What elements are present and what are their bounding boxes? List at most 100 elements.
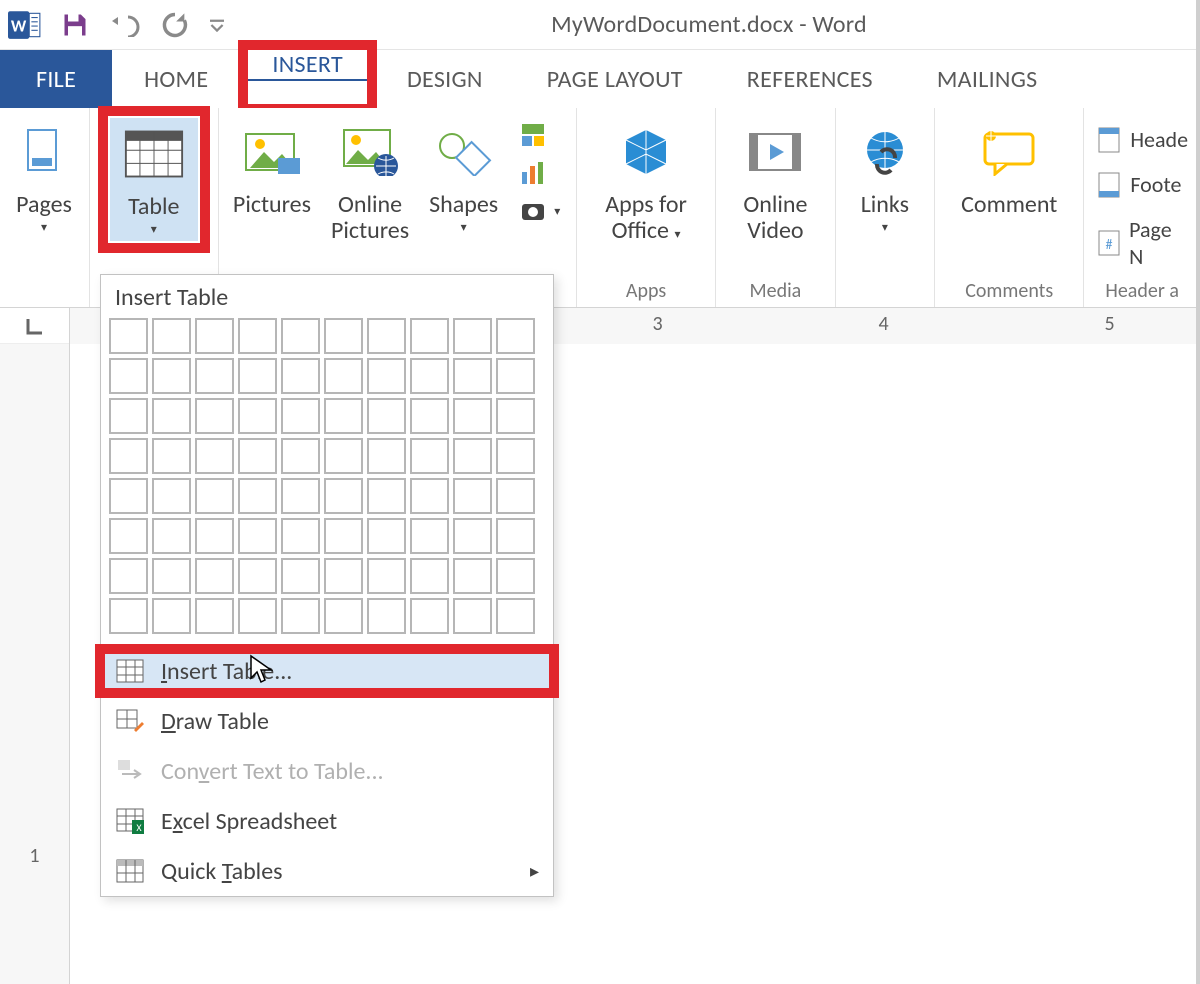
redo-icon[interactable] — [158, 8, 192, 42]
grid-cell[interactable] — [453, 518, 492, 554]
pictures-button[interactable]: Pictures — [227, 118, 317, 218]
grid-cell[interactable] — [109, 358, 148, 394]
grid-cell[interactable] — [324, 478, 363, 514]
tab-selector[interactable] — [0, 308, 70, 344]
tab-insert[interactable]: INSERT — [240, 50, 375, 81]
grid-cell[interactable] — [410, 558, 449, 594]
grid-cell[interactable] — [453, 358, 492, 394]
grid-cell[interactable] — [238, 558, 277, 594]
grid-cell[interactable] — [238, 358, 277, 394]
grid-cell[interactable] — [367, 318, 406, 354]
grid-cell[interactable] — [367, 398, 406, 434]
apps-for-office-button[interactable]: Apps forOffice ▾ — [599, 118, 693, 245]
grid-cell[interactable] — [324, 358, 363, 394]
grid-cell[interactable] — [195, 558, 234, 594]
tab-file[interactable]: FILE — [0, 50, 112, 108]
grid-cell[interactable] — [453, 598, 492, 634]
links-button[interactable]: Links ▾ — [849, 118, 921, 235]
grid-cell[interactable] — [496, 478, 535, 514]
grid-cell[interactable] — [453, 558, 492, 594]
grid-cell[interactable] — [109, 318, 148, 354]
grid-cell[interactable] — [324, 518, 363, 554]
grid-cell[interactable] — [410, 358, 449, 394]
grid-cell[interactable] — [410, 478, 449, 514]
page-number-button[interactable]: #Page N — [1092, 212, 1192, 274]
grid-cell[interactable] — [324, 438, 363, 474]
screenshot-button[interactable]: ▾ — [516, 194, 564, 228]
grid-cell[interactable] — [109, 478, 148, 514]
grid-cell[interactable] — [496, 558, 535, 594]
grid-cell[interactable] — [152, 398, 191, 434]
grid-cell[interactable] — [453, 318, 492, 354]
grid-cell[interactable] — [238, 478, 277, 514]
grid-cell[interactable] — [195, 438, 234, 474]
grid-cell[interactable] — [195, 598, 234, 634]
tab-mailings[interactable]: MAILINGS — [905, 50, 1070, 108]
grid-cell[interactable] — [367, 598, 406, 634]
grid-cell[interactable] — [496, 398, 535, 434]
save-icon[interactable] — [58, 8, 92, 42]
grid-cell[interactable] — [281, 398, 320, 434]
grid-cell[interactable] — [410, 398, 449, 434]
grid-cell[interactable] — [152, 358, 191, 394]
grid-cell[interactable] — [496, 358, 535, 394]
menu-excel-spreadsheet[interactable]: X Excel Spreadsheet — [101, 796, 553, 846]
grid-cell[interactable] — [238, 438, 277, 474]
shapes-button[interactable]: Shapes ▾ — [423, 118, 504, 235]
online-pictures-button[interactable]: OnlinePictures — [325, 118, 415, 245]
tab-home[interactable]: HOME — [112, 50, 240, 108]
grid-cell[interactable] — [453, 438, 492, 474]
grid-cell[interactable] — [324, 318, 363, 354]
qat-customize-icon[interactable] — [208, 8, 226, 42]
grid-cell[interactable] — [367, 478, 406, 514]
menu-insert-table[interactable]: Insert Table... — [101, 646, 553, 696]
grid-cell[interactable] — [281, 518, 320, 554]
grid-cell[interactable] — [152, 558, 191, 594]
footer-button[interactable]: Foote — [1092, 167, 1192, 202]
grid-cell[interactable] — [109, 558, 148, 594]
grid-cell[interactable] — [496, 518, 535, 554]
chart-button[interactable] — [516, 156, 564, 190]
grid-cell[interactable] — [453, 398, 492, 434]
grid-cell[interactable] — [496, 598, 535, 634]
grid-cell[interactable] — [367, 558, 406, 594]
grid-cell[interactable] — [238, 318, 277, 354]
menu-quick-tables[interactable]: Quick Tables ▸ — [101, 846, 553, 896]
table-button[interactable]: Table ▾ — [110, 118, 198, 241]
grid-cell[interactable] — [410, 318, 449, 354]
grid-cell[interactable] — [410, 518, 449, 554]
online-video-button[interactable]: OnlineVideo — [737, 118, 813, 245]
smartart-button[interactable] — [516, 118, 564, 152]
grid-cell[interactable] — [324, 558, 363, 594]
grid-cell[interactable] — [152, 518, 191, 554]
grid-cell[interactable] — [195, 358, 234, 394]
grid-cell[interactable] — [195, 478, 234, 514]
grid-cell[interactable] — [453, 478, 492, 514]
grid-cell[interactable] — [410, 438, 449, 474]
grid-cell[interactable] — [496, 438, 535, 474]
header-button[interactable]: Heade — [1092, 122, 1192, 157]
grid-cell[interactable] — [281, 438, 320, 474]
grid-cell[interactable] — [281, 358, 320, 394]
tab-references[interactable]: REFERENCES — [715, 50, 905, 108]
tab-design[interactable]: DESIGN — [375, 50, 515, 108]
vertical-ruler[interactable]: 1 — [0, 344, 70, 984]
grid-cell[interactable] — [195, 518, 234, 554]
grid-cell[interactable] — [281, 598, 320, 634]
grid-cell[interactable] — [195, 318, 234, 354]
grid-cell[interactable] — [152, 438, 191, 474]
grid-cell[interactable] — [281, 318, 320, 354]
undo-icon[interactable] — [108, 8, 142, 42]
menu-draw-table[interactable]: Draw Table — [101, 696, 553, 746]
grid-cell[interactable] — [367, 438, 406, 474]
grid-cell[interactable] — [496, 318, 535, 354]
table-size-grid[interactable] — [101, 318, 553, 646]
grid-cell[interactable] — [109, 598, 148, 634]
grid-cell[interactable] — [152, 318, 191, 354]
grid-cell[interactable] — [238, 598, 277, 634]
grid-cell[interactable] — [109, 398, 148, 434]
pages-button[interactable]: Pages ▾ — [8, 118, 80, 235]
word-app-icon[interactable]: W — [8, 8, 42, 42]
grid-cell[interactable] — [281, 558, 320, 594]
grid-cell[interactable] — [324, 398, 363, 434]
